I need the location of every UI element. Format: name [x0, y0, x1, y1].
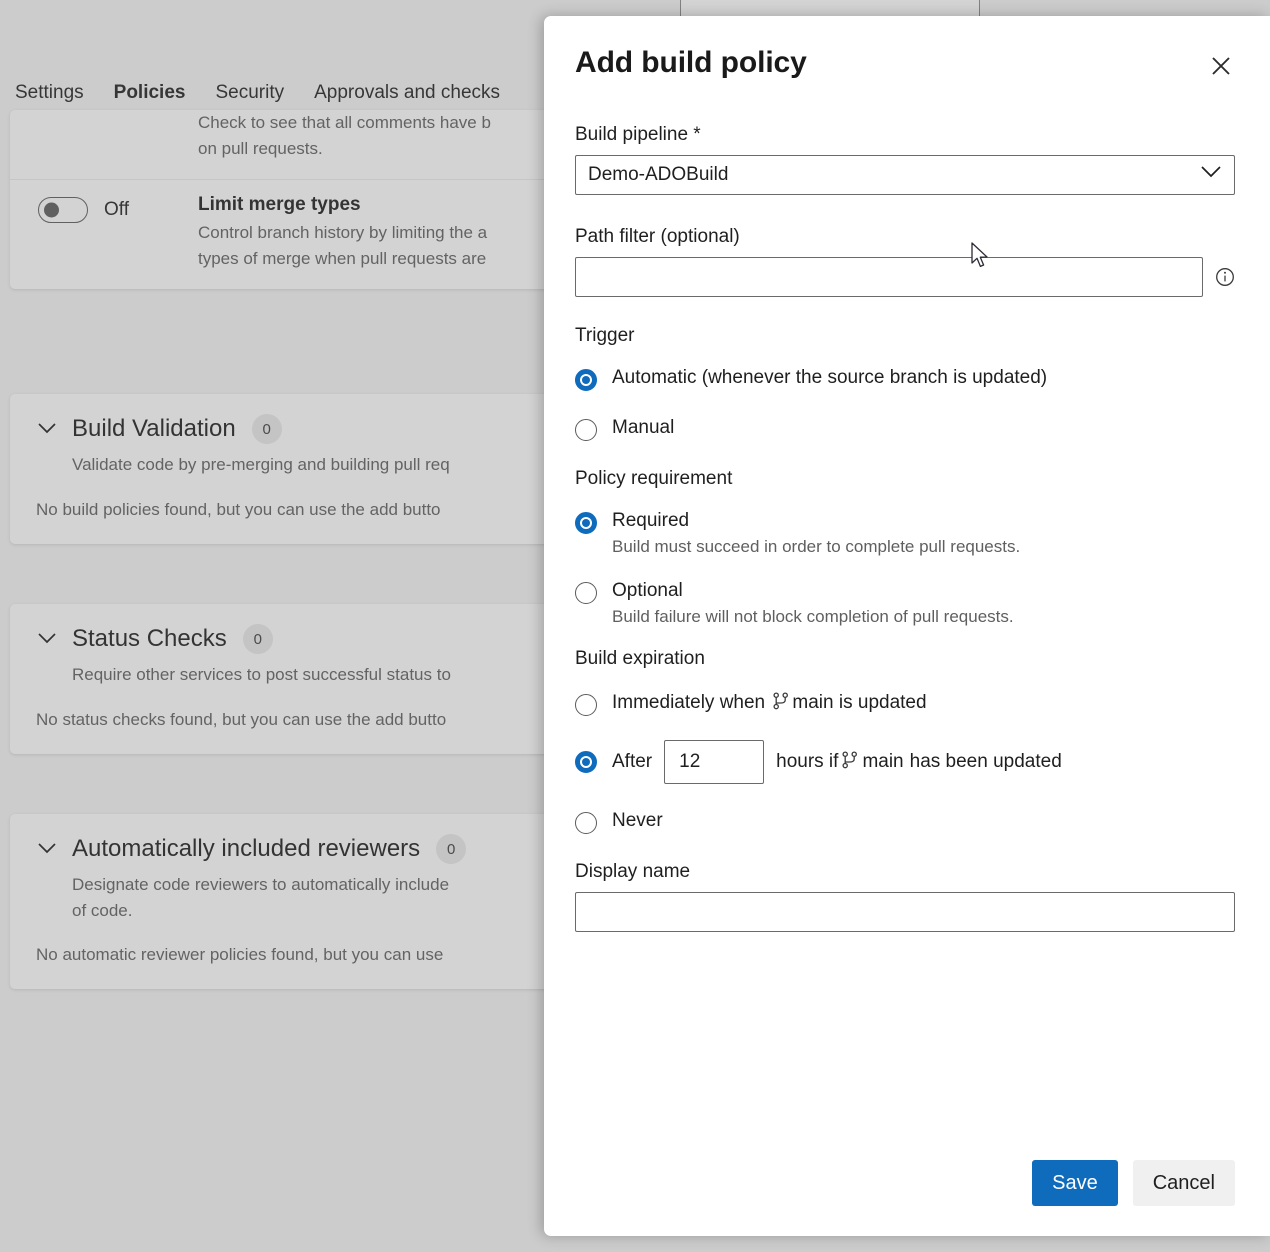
policy-requirement-label: Policy requirement — [575, 468, 1235, 490]
limit-merge-types-toggle-state: Off — [104, 199, 129, 221]
tab-approvals-and-checks-label: Approvals and checks — [314, 82, 500, 103]
immediately-prefix: Immediately when — [612, 692, 765, 713]
chevron-down-icon[interactable] — [36, 423, 58, 435]
build-pipeline-label: Build pipeline * — [575, 124, 1235, 146]
section-title: Automatically included reviewers — [72, 835, 420, 863]
after-prefix: After — [612, 751, 652, 773]
screen: Settings Policies Security Approvals and… — [0, 0, 1270, 1252]
section-count-badge: 0 — [252, 414, 282, 444]
add-build-policy-panel: Add build policy Build pipeline * Demo-A… — [544, 16, 1270, 1236]
immediately-suffix: is updated — [839, 692, 927, 713]
path-filter-label: Path filter (optional) — [575, 226, 1235, 248]
after-branch: main — [862, 751, 903, 773]
radio-automatic[interactable] — [575, 369, 597, 391]
radio-text: Required Build must succeed in order to … — [612, 510, 1020, 557]
display-name-input[interactable] — [575, 892, 1235, 932]
toggle-wrap: Off — [38, 194, 198, 223]
policy-required-label: Required — [612, 510, 1020, 532]
policy-optional-label: Optional — [612, 580, 1014, 602]
build-expiration-hours-input[interactable] — [664, 740, 764, 784]
build-pipeline-select[interactable]: Demo-ADOBuild — [575, 155, 1235, 195]
section-count-badge: 0 — [436, 834, 466, 864]
build-expiration-group: Build expiration Immediately when — [575, 648, 1235, 834]
policy-requirement-option-optional[interactable]: Optional Build failure will not block co… — [575, 580, 1235, 627]
chevron-down-icon[interactable] — [36, 633, 58, 645]
radio-text: Optional Build failure will not block co… — [612, 580, 1014, 627]
build-pipeline-select-wrap: Demo-ADOBuild — [575, 155, 1235, 195]
limit-merge-types-toggle[interactable] — [38, 197, 88, 223]
git-branch-icon — [842, 751, 858, 774]
after-suffix: has been updated — [910, 751, 1062, 773]
section-title: Status Checks — [72, 625, 227, 653]
radio-never[interactable] — [575, 812, 597, 834]
radio-immediately[interactable] — [575, 694, 597, 716]
toggle-wrap — [38, 110, 198, 113]
radio-optional[interactable] — [575, 582, 597, 604]
build-pipeline-value: Demo-ADOBuild — [588, 164, 728, 186]
policy-requirement-group: Policy requirement Required Build must s… — [575, 468, 1235, 627]
cancel-button[interactable]: Cancel — [1133, 1160, 1235, 1206]
trigger-group: Trigger Automatic (whenever the source b… — [575, 325, 1235, 441]
panel-footer: Save Cancel — [544, 1160, 1270, 1236]
tab-settings-label: Settings — [15, 82, 84, 103]
path-filter-field: Path filter (optional) — [575, 226, 1235, 297]
trigger-label: Trigger — [575, 325, 1235, 347]
policy-optional-desc: Build failure will not block completion … — [612, 607, 1014, 627]
save-button[interactable]: Save — [1032, 1160, 1118, 1206]
path-filter-input[interactable] — [575, 257, 1203, 297]
git-branch-icon — [773, 692, 789, 716]
trigger-automatic-label: Automatic (whenever the source branch is… — [612, 367, 1047, 389]
build-expiration-label: Build expiration — [575, 648, 1235, 670]
display-name-field: Display name — [575, 861, 1235, 932]
tab-policies-label: Policies — [114, 82, 186, 103]
panel-title: Add build policy — [575, 46, 807, 80]
panel-body: Add build policy Build pipeline * Demo-A… — [544, 16, 1270, 1160]
build-expiration-never-label: Never — [612, 810, 663, 832]
immediately-branch: main — [792, 692, 833, 713]
build-expiration-option-after[interactable]: After hours if main — [575, 740, 1235, 784]
trigger-option-automatic[interactable]: Automatic (whenever the source branch is… — [575, 367, 1235, 391]
path-filter-row — [575, 257, 1235, 297]
info-icon[interactable] — [1215, 267, 1235, 287]
build-expiration-option-immediately[interactable]: Immediately when main is upd — [575, 692, 1235, 716]
toggle-knob — [44, 203, 59, 218]
trigger-manual-label: Manual — [612, 417, 674, 439]
radio-after[interactable] — [575, 751, 597, 773]
after-middle: hours if — [776, 751, 838, 773]
trigger-option-manual[interactable]: Manual — [575, 417, 1235, 441]
build-expiration-option-never[interactable]: Never — [575, 810, 1235, 834]
build-pipeline-field: Build pipeline * Demo-ADOBuild — [575, 124, 1235, 195]
radio-text: Automatic (whenever the source branch is… — [612, 367, 1047, 389]
section-count-badge: 0 — [243, 624, 273, 654]
section-title: Build Validation — [72, 415, 236, 443]
radio-required[interactable] — [575, 512, 597, 534]
display-name-label: Display name — [575, 861, 1235, 883]
panel-header: Add build policy — [575, 46, 1235, 84]
radio-text: After hours if main — [612, 740, 1062, 784]
policy-requirement-option-required[interactable]: Required Build must succeed in order to … — [575, 510, 1235, 557]
tab-security-label: Security — [215, 82, 284, 103]
radio-manual[interactable] — [575, 419, 597, 441]
close-icon[interactable] — [1203, 48, 1239, 84]
policy-required-desc: Build must succeed in order to complete … — [612, 537, 1020, 557]
chevron-down-icon[interactable] — [36, 843, 58, 855]
radio-text: Manual — [612, 417, 674, 439]
radio-text: Immediately when main is upd — [612, 692, 927, 716]
build-expiration-immediately-label: Immediately when main is upd — [612, 692, 927, 716]
radio-text: Never — [612, 810, 663, 832]
